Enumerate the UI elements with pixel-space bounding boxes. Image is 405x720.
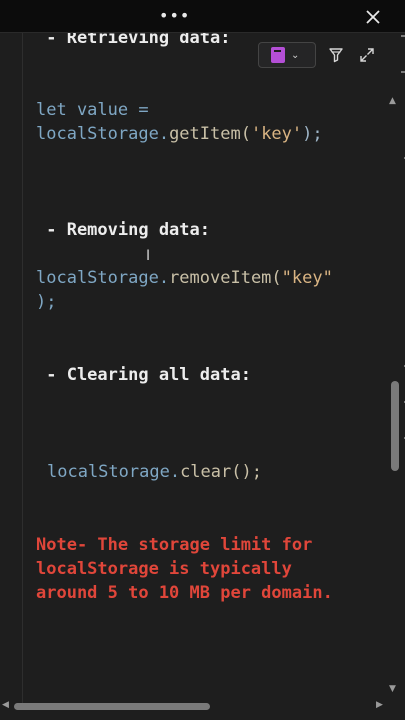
code-function: removeItem(	[169, 268, 282, 288]
code-line-getitem: localStorage.getItem('key');	[36, 122, 323, 146]
notebook-selector-dropdown[interactable]: ⌄	[258, 42, 316, 68]
chevron-down-icon: ⌄	[291, 49, 300, 61]
heading-retrieving-data: - Retrieving data:	[36, 33, 231, 48]
code-object: localStorage.	[36, 124, 170, 144]
horizontal-scrollbar[interactable]: ◀ ▶	[0, 698, 390, 714]
close-icon[interactable]	[362, 6, 384, 28]
window-titlebar: •••	[0, 0, 405, 33]
code-punctuation: );	[302, 124, 323, 144]
scroll-right-arrow-icon[interactable]: ▶	[376, 700, 383, 710]
code-string: "key"	[281, 268, 333, 288]
scroll-left-arrow-icon[interactable]: ◀	[2, 700, 9, 710]
code-object: localStorage.	[47, 462, 181, 482]
editor-pane[interactable]: - Retrieving data: let value = localStor…	[0, 33, 405, 720]
code-string: 'key'	[250, 124, 303, 144]
code-function: clear();	[180, 462, 262, 482]
funnel-icon[interactable]	[327, 46, 345, 64]
note-line-2: localStorage is typically	[36, 559, 292, 579]
code-object: localStorage.	[36, 268, 170, 288]
note-line-3: around 5 to 10 MB per domain.	[36, 583, 333, 603]
expand-icon[interactable]	[358, 46, 376, 64]
gutter-divider	[22, 33, 23, 708]
horizontal-scrollbar-thumb[interactable]	[14, 703, 210, 710]
scroll-up-arrow-icon[interactable]: ▲	[389, 96, 396, 106]
more-options-icon[interactable]: •••	[159, 8, 189, 24]
code-line-clear: localStorage.clear();	[47, 460, 262, 484]
vertical-scrollbar[interactable]: ▲ ▼	[388, 96, 404, 696]
notebook-icon	[271, 47, 285, 63]
code-function: getItem(	[169, 124, 251, 144]
vertical-scrollbar-thumb[interactable]	[391, 381, 399, 471]
scroll-down-arrow-icon[interactable]: ▼	[389, 684, 396, 694]
code-line-removeitem: localStorage.removeItem("key"	[36, 266, 333, 290]
text-cursor-icon: I	[146, 248, 151, 264]
heading-clearing-all-data: - Clearing all data:	[36, 365, 251, 385]
note-line-1: Note- The storage limit for	[36, 535, 313, 555]
code-line-let-value: let value =	[36, 100, 149, 120]
code-line-removeitem-close: );	[36, 292, 57, 312]
heading-removing-data: - Removing data:	[36, 220, 210, 240]
